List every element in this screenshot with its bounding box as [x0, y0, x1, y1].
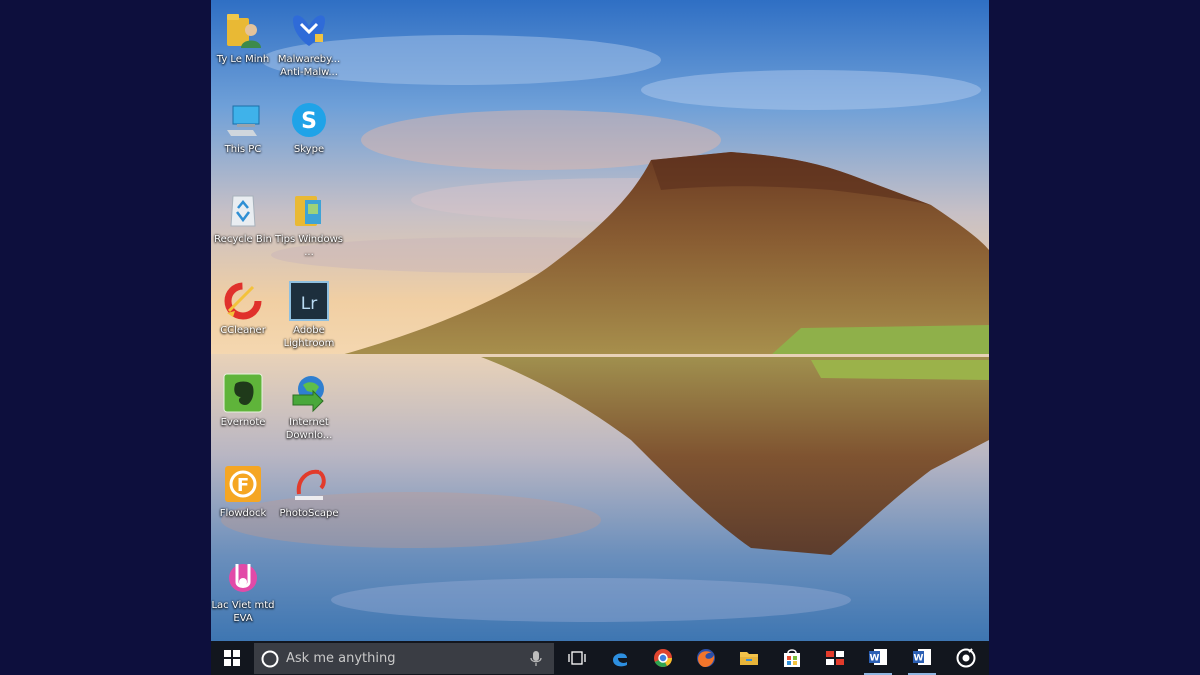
desktop-icon-this-pc[interactable]: This PC	[211, 100, 277, 156]
desktop-icon-label: Adobe Lightroom	[283, 325, 335, 349]
desktop-icon-evernote[interactable]: Evernote	[211, 373, 277, 429]
desktop-icon-label: Flowdock	[219, 508, 267, 519]
taskbar-firefox-button[interactable]	[692, 641, 720, 675]
desktop-screen: Ty Le Minh Malwareby... Anti-Malw... Thi…	[211, 0, 989, 675]
desktop-icon-lightroom[interactable]: Lr Adobe Lightroom	[275, 281, 343, 350]
desktop-icon-label: Evernote	[220, 417, 266, 428]
idm-icon	[292, 376, 324, 413]
taskbar-word-button-2[interactable]: W	[908, 641, 936, 675]
skype-icon: S	[292, 103, 326, 137]
start-button[interactable]	[211, 641, 253, 675]
taskbar-store-button[interactable]	[778, 641, 806, 675]
taskbar-circle-app-button[interactable]	[952, 641, 980, 675]
word-icon: W	[913, 649, 931, 665]
lightroom-icon: Lr	[289, 281, 329, 321]
lightroom-glyph: Lr	[301, 294, 317, 314]
photoscape-icon	[295, 469, 326, 500]
desktop-icon-label: Internet Downlo...	[285, 417, 333, 441]
desktop-icon-photoscape[interactable]: PhotoScape	[275, 464, 343, 520]
task-view-button[interactable]	[561, 641, 593, 675]
taskbar-app-button[interactable]	[821, 641, 849, 675]
recycle-bin-icon	[230, 195, 256, 227]
desktop-icon-idm[interactable]: Internet Downlo...	[275, 373, 343, 442]
desktop-icon-label: PhotoScape	[279, 508, 339, 519]
taskbar-edge-button[interactable]	[606, 641, 634, 675]
edge-icon	[613, 653, 627, 667]
firefox-icon	[697, 649, 715, 667]
desktop-icon-user-folder[interactable]: Ty Le Minh	[211, 10, 277, 66]
evernote-icon	[223, 373, 263, 413]
task-view-icon	[568, 651, 586, 665]
computer-icon	[227, 105, 260, 136]
flowdock-icon: F	[225, 466, 261, 502]
desktop-icon-label: Tips Windows ...	[275, 234, 343, 258]
desktop-icon-skype[interactable]: S Skype	[275, 100, 343, 156]
word-icon: W	[869, 649, 887, 665]
taskbar-file-explorer-button[interactable]	[735, 641, 763, 675]
microphone-icon[interactable]	[530, 651, 542, 667]
lac-viet-icon	[229, 564, 257, 592]
cortana-icon	[261, 650, 279, 667]
flowdock-glyph: F	[237, 475, 249, 496]
folder-icon	[295, 196, 321, 226]
desktop-icon-malwarebytes[interactable]: Malwareby... Anti-Malw...	[275, 10, 343, 79]
user-folder-icon	[227, 14, 261, 48]
word-glyph: W	[870, 654, 880, 664]
desktop-icon-lac-viet[interactable]: Lac Viet mtd EVA	[211, 556, 277, 625]
taskbar: Ask me anything W W	[211, 641, 989, 675]
desktop-icon-flowdock[interactable]: F Flowdock	[211, 464, 277, 520]
ccleaner-icon	[224, 282, 262, 320]
app-icon	[826, 651, 844, 665]
desktop-icon-label: Ty Le Minh	[216, 54, 270, 65]
windows-logo-icon	[224, 650, 240, 666]
desktop-icon-label: Malwareby... Anti-Malw...	[277, 54, 341, 78]
desktop-icon-tips-folder[interactable]: Tips Windows ...	[275, 190, 343, 259]
desktop-icon-label: Recycle Bin	[214, 234, 272, 245]
desktop-icon-label: Lac Viet mtd EVA	[211, 600, 275, 624]
desktop-icon-recycle-bin[interactable]: Recycle Bin	[211, 190, 277, 246]
desktop-icon-label: Skype	[293, 144, 325, 155]
desktop-icon-label: CCleaner	[220, 325, 266, 336]
taskbar-chrome-button[interactable]	[649, 641, 677, 675]
taskbar-word-button[interactable]: W	[864, 641, 892, 675]
file-explorer-icon	[740, 652, 758, 665]
desktop-icon-ccleaner[interactable]: CCleaner	[211, 281, 277, 337]
skype-glyph: S	[301, 109, 317, 134]
settings-circle-icon	[956, 648, 976, 668]
cortana-search-box[interactable]: Ask me anything	[254, 643, 554, 674]
malwarebytes-icon	[293, 15, 325, 46]
store-icon	[784, 649, 800, 667]
word-glyph: W	[914, 654, 924, 664]
chrome-icon	[654, 649, 672, 668]
search-placeholder: Ask me anything	[286, 651, 396, 666]
desktop-icon-label: This PC	[224, 144, 262, 155]
